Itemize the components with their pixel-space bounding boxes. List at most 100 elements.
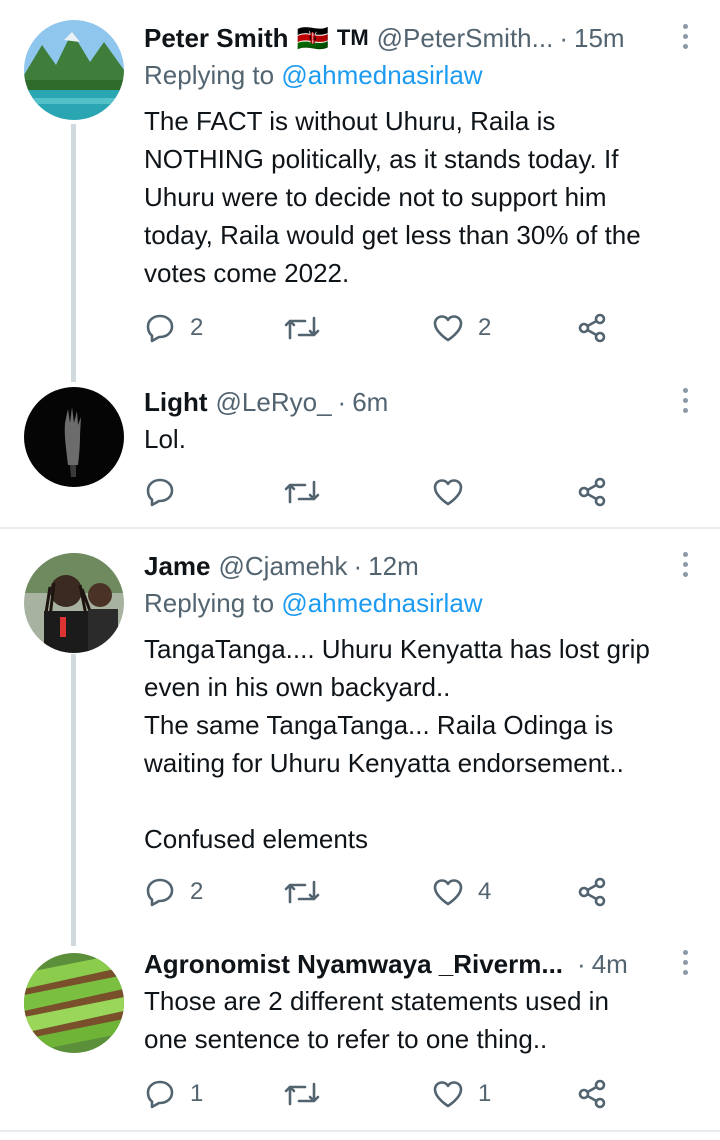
share-button[interactable] — [576, 1074, 608, 1114]
tweet-text-line: Those are 2 different statements used in — [144, 986, 609, 1016]
reply-count: 2 — [190, 878, 204, 905]
tweet-text-line: Confused elements — [144, 824, 369, 854]
share-icon — [578, 477, 606, 507]
tm-badge: TM — [336, 25, 369, 50]
share-icon — [578, 1079, 606, 1109]
replying-to: Replying to @ahmednasirlaw — [144, 60, 483, 91]
tweet-header: Peter Smith 🇰🇪 TM @PeterSmith... · 15m — [144, 18, 625, 58]
tweet-text-line: votes come 2022. — [144, 258, 350, 288]
timestamp[interactable]: 4m — [592, 949, 628, 980]
divider — [0, 1130, 720, 1132]
like-button[interactable]: 4 — [432, 872, 491, 912]
tweet-text-line: TangaTanga.... Uhuru Kenyatta has lost g… — [144, 634, 650, 664]
tweet-header: Agronomist Nyamwaya _Riverm... · 4m — [144, 944, 628, 984]
share-icon — [578, 877, 606, 907]
reply-icon — [146, 478, 174, 507]
display-name[interactable]: Peter Smith — [144, 23, 289, 54]
tweet[interactable]: Jame @Cjamehk · 12m Replying to @ahmedna… — [0, 546, 720, 926]
like-button[interactable]: 2 — [432, 308, 491, 348]
divider — [0, 527, 720, 529]
tweet-text: Lol. — [144, 420, 704, 458]
display-name[interactable]: Jame — [144, 551, 211, 582]
tweet-text: TangaTanga.... Uhuru Kenyatta has lost g… — [144, 630, 704, 858]
replying-to-label: Replying to — [144, 588, 282, 618]
like-count: 4 — [478, 878, 492, 905]
separator-dot: · — [559, 22, 568, 53]
display-name[interactable]: Light — [144, 387, 208, 418]
heart-icon — [433, 479, 463, 506]
timestamp[interactable]: 6m — [352, 387, 388, 418]
reply-icon — [146, 314, 174, 343]
action-bar: 2 4 — [144, 872, 624, 912]
separator-dot: · — [577, 948, 586, 979]
heart-icon — [433, 879, 463, 906]
tweet-text-line: Uhuru were to decide not to support him — [144, 182, 607, 212]
reply-button[interactable] — [144, 472, 190, 512]
retweet-button[interactable] — [284, 308, 334, 348]
replying-to-label: Replying to — [144, 60, 282, 90]
reply-button[interactable]: 2 — [144, 872, 203, 912]
kenya-flag-icon: 🇰🇪 — [296, 22, 329, 53]
share-button[interactable] — [576, 872, 608, 912]
reply-button[interactable]: 1 — [144, 1074, 203, 1114]
avatar-image — [24, 20, 124, 120]
avatar[interactable] — [24, 553, 124, 653]
tweet-text-line: one sentence to refer to one thing.. — [144, 1024, 548, 1054]
avatar-image — [24, 387, 124, 487]
user-handle[interactable]: @Cjamehk — [219, 551, 348, 582]
avatar-image — [24, 953, 124, 1053]
tweet-text: Those are 2 different statements used in… — [144, 982, 704, 1058]
share-button[interactable] — [576, 308, 608, 348]
user-handle[interactable]: @PeterSmith... — [377, 23, 554, 54]
tweet[interactable]: Peter Smith 🇰🇪 TM @PeterSmith... · 15m R… — [0, 18, 720, 358]
timestamp[interactable]: 12m — [368, 551, 419, 582]
tweet[interactable]: Light @LeRyo_ · 6m Lol. — [0, 382, 720, 512]
avatar-image — [24, 553, 124, 653]
retweet-icon — [284, 1082, 320, 1106]
mention-link[interactable]: @ahmednasirlaw — [281, 588, 482, 618]
action-bar: 1 1 — [144, 1074, 624, 1114]
replying-to: Replying to @ahmednasirlaw — [144, 588, 483, 619]
reply-count: 2 — [190, 314, 204, 341]
reply-button[interactable]: 2 — [144, 308, 203, 348]
tweet-text-line: waiting for Uhuru Kenyatta endorsement.. — [144, 748, 624, 778]
avatar[interactable] — [24, 387, 124, 487]
action-bar — [144, 472, 624, 512]
tweet-text-line: NOTHING politically, as it stands today.… — [144, 144, 619, 174]
separator-dot: · — [337, 386, 347, 417]
avatar[interactable] — [24, 20, 124, 120]
reply-count: 1 — [190, 1080, 204, 1107]
retweet-icon — [284, 880, 320, 904]
heart-icon — [433, 1081, 463, 1108]
share-button[interactable] — [576, 472, 608, 512]
like-button[interactable] — [432, 472, 478, 512]
share-icon — [578, 313, 606, 343]
tweet-text-line: The same TangaTanga... Raila Odinga is — [144, 710, 614, 740]
retweet-button[interactable] — [284, 472, 334, 512]
tweet-text-line: Lol. — [144, 424, 186, 454]
like-count: 2 — [478, 314, 492, 341]
tweet[interactable]: Agronomist Nyamwaya _Riverm... · 4m Thos… — [0, 944, 720, 1124]
display-name[interactable]: Agronomist Nyamwaya _Riverm... — [144, 949, 563, 980]
more-options-icon[interactable] — [680, 24, 690, 54]
mention-link[interactable]: @ahmednasirlaw — [281, 60, 482, 90]
tweet-text-line: today, Raila would get less than 30% of … — [144, 220, 641, 250]
like-count: 1 — [478, 1080, 492, 1107]
retweet-button[interactable] — [284, 1074, 334, 1114]
tweet-text-line — [144, 782, 704, 820]
timestamp[interactable]: 15m — [574, 23, 625, 54]
more-options-icon[interactable] — [680, 552, 690, 582]
reply-icon — [146, 878, 174, 907]
more-options-icon[interactable] — [680, 388, 690, 418]
tweet-header: Light @LeRyo_ · 6m — [144, 382, 388, 422]
retweet-button[interactable] — [284, 872, 334, 912]
more-options-icon[interactable] — [680, 950, 690, 980]
avatar[interactable] — [24, 953, 124, 1053]
tweet-text: The FACT is without Uhuru, Raila is NOTH… — [144, 102, 704, 292]
user-handle[interactable]: @LeRyo_ — [216, 387, 332, 418]
retweet-icon — [284, 316, 320, 340]
retweet-icon — [284, 480, 320, 504]
tweet-header: Jame @Cjamehk · 12m — [144, 546, 419, 586]
like-button[interactable]: 1 — [432, 1074, 491, 1114]
heart-icon — [433, 315, 463, 342]
